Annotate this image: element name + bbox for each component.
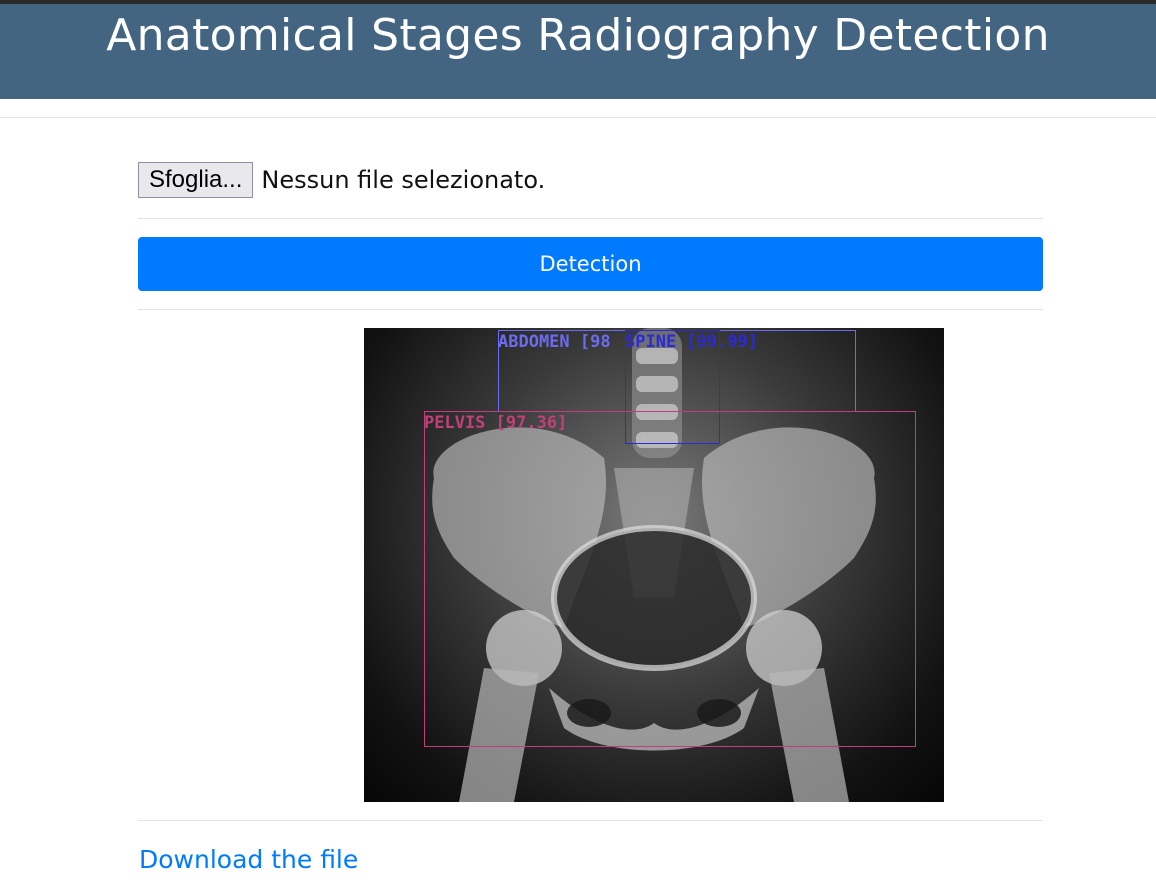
browse-button[interactable]: Sfoglia...: [138, 162, 254, 198]
download-link[interactable]: Download the file: [139, 845, 358, 874]
divider: [138, 820, 1043, 821]
divider: [0, 117, 1156, 118]
page-title: Anatomical Stages Radiography Detection: [106, 10, 1050, 61]
abdomen-detection-label: ABDOMEN [98: [498, 332, 611, 352]
radiograph-result-image: ABDOMEN [98 SPINE [99.99] PELVIS [97.36]: [364, 328, 944, 802]
pelvis-detection-label: PELVIS [97.36]: [424, 413, 568, 433]
file-upload: Sfoglia... Nessun file selezionato.: [138, 161, 545, 199]
divider: [138, 218, 1043, 219]
page-header: Anatomical Stages Radiography Detection: [0, 4, 1156, 99]
file-status-text: Nessun file selezionato.: [261, 166, 546, 194]
divider: [138, 309, 1043, 310]
detection-button[interactable]: Detection: [138, 237, 1043, 291]
pelvis-detection-box: [424, 411, 916, 747]
spine-detection-label: SPINE [99.99]: [625, 332, 759, 352]
